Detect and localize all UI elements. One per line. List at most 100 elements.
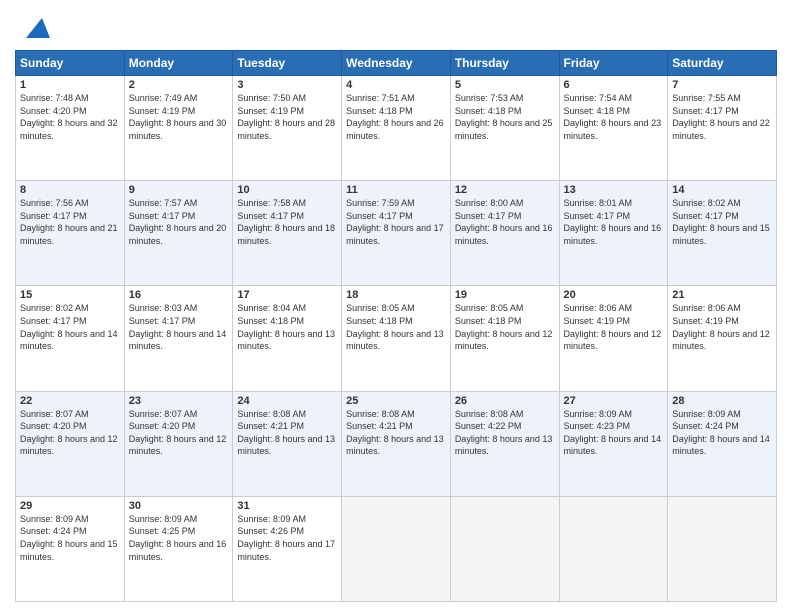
day-cell-9: 9 Sunrise: 7:57 AMSunset: 4:17 PMDaylight…: [124, 181, 233, 286]
day-info: Sunrise: 8:04 AMSunset: 4:18 PMDaylight:…: [237, 303, 335, 351]
day-cell-30: 30 Sunrise: 8:09 AMSunset: 4:25 PMDayligh…: [124, 496, 233, 601]
day-cell-19: 19 Sunrise: 8:05 AMSunset: 4:18 PMDayligh…: [450, 286, 559, 391]
day-number: 15: [20, 289, 120, 301]
day-info: Sunrise: 8:08 AMSunset: 4:21 PMDaylight:…: [237, 409, 335, 457]
day-number: 10: [237, 184, 337, 196]
day-info: Sunrise: 8:05 AMSunset: 4:18 PMDaylight:…: [346, 303, 444, 351]
day-info: Sunrise: 8:09 AMSunset: 4:26 PMDaylight:…: [237, 514, 335, 562]
day-number: 18: [346, 289, 446, 301]
day-cell-29: 29 Sunrise: 8:09 AMSunset: 4:24 PMDayligh…: [16, 496, 125, 601]
empty-cell: [450, 496, 559, 601]
day-header-friday: Friday: [559, 51, 668, 76]
day-cell-31: 31Sunrise: 8:09 AMSunset: 4:26 PMDayligh…: [233, 496, 342, 601]
day-info: Sunrise: 7:49 AMSunset: 4:19 PMDaylight:…: [129, 93, 227, 141]
day-info: Sunrise: 7:51 AMSunset: 4:18 PMDaylight:…: [346, 93, 444, 141]
day-number: 28: [672, 395, 772, 407]
day-number: 27: [564, 395, 664, 407]
day-number: 25: [346, 395, 446, 407]
day-number: 4: [346, 79, 446, 91]
day-info: Sunrise: 7:53 AMSunset: 4:18 PMDaylight:…: [455, 93, 553, 141]
day-cell-2: 2 Sunrise: 7:49 AMSunset: 4:19 PMDaylight…: [124, 76, 233, 181]
day-info: Sunrise: 8:06 AMSunset: 4:19 PMDaylight:…: [672, 303, 770, 351]
day-cell-17: 17 Sunrise: 8:04 AMSunset: 4:18 PMDayligh…: [233, 286, 342, 391]
week-row-4: 22 Sunrise: 8:07 AMSunset: 4:20 PMDayligh…: [16, 391, 777, 496]
day-info: Sunrise: 8:07 AMSunset: 4:20 PMDaylight:…: [129, 409, 227, 457]
week-row-3: 15 Sunrise: 8:02 AMSunset: 4:17 PMDayligh…: [16, 286, 777, 391]
day-info: Sunrise: 8:06 AMSunset: 4:19 PMDaylight:…: [564, 303, 662, 351]
empty-cell: [559, 496, 668, 601]
day-cell-1: 1 Sunrise: 7:48 AMSunset: 4:20 PMDaylight…: [16, 76, 125, 181]
week-row-5: 29 Sunrise: 8:09 AMSunset: 4:24 PMDayligh…: [16, 496, 777, 601]
day-number: 14: [672, 184, 772, 196]
day-cell-14: 14 Sunrise: 8:02 AMSunset: 4:17 PMDayligh…: [668, 181, 777, 286]
day-number: 1: [20, 79, 120, 91]
day-number: 20: [564, 289, 664, 301]
day-number: 30: [129, 500, 229, 512]
day-info: Sunrise: 7:50 AMSunset: 4:19 PMDaylight:…: [237, 93, 335, 141]
day-info: Sunrise: 8:09 AMSunset: 4:25 PMDaylight:…: [129, 514, 227, 562]
day-info: Sunrise: 8:02 AMSunset: 4:17 PMDaylight:…: [672, 198, 770, 246]
day-cell-21: 21 Sunrise: 8:06 AMSunset: 4:19 PMDayligh…: [668, 286, 777, 391]
day-header-sunday: Sunday: [16, 51, 125, 76]
day-info: Sunrise: 7:59 AMSunset: 4:17 PMDaylight:…: [346, 198, 444, 246]
day-info: Sunrise: 8:09 AMSunset: 4:24 PMDaylight:…: [672, 409, 770, 457]
day-number: 22: [20, 395, 120, 407]
day-header-thursday: Thursday: [450, 51, 559, 76]
day-number: 11: [346, 184, 446, 196]
day-number: 6: [564, 79, 664, 91]
day-cell-4: 4 Sunrise: 7:51 AMSunset: 4:18 PMDaylight…: [342, 76, 451, 181]
day-info: Sunrise: 8:00 AMSunset: 4:17 PMDaylight:…: [455, 198, 553, 246]
day-info: Sunrise: 8:08 AMSunset: 4:21 PMDaylight:…: [346, 409, 444, 457]
day-number: 8: [20, 184, 120, 196]
day-cell-18: 18 Sunrise: 8:05 AMSunset: 4:18 PMDayligh…: [342, 286, 451, 391]
day-cell-25: 25 Sunrise: 8:08 AMSunset: 4:21 PMDayligh…: [342, 391, 451, 496]
day-info: Sunrise: 8:03 AMSunset: 4:17 PMDaylight:…: [129, 303, 227, 351]
empty-cell: [668, 496, 777, 601]
day-cell-27: 27 Sunrise: 8:09 AMSunset: 4:23 PMDayligh…: [559, 391, 668, 496]
day-number: 21: [672, 289, 772, 301]
day-number: 19: [455, 289, 555, 301]
day-number: 29: [20, 500, 120, 512]
day-number: 16: [129, 289, 229, 301]
calendar-body: 1 Sunrise: 7:48 AMSunset: 4:20 PMDaylight…: [16, 76, 777, 602]
day-info: Sunrise: 8:09 AMSunset: 4:23 PMDaylight:…: [564, 409, 662, 457]
day-info: Sunrise: 7:48 AMSunset: 4:20 PMDaylight:…: [20, 93, 118, 141]
day-cell-13: 13 Sunrise: 8:01 AMSunset: 4:17 PMDayligh…: [559, 181, 668, 286]
day-cell-11: 11 Sunrise: 7:59 AMSunset: 4:17 PMDayligh…: [342, 181, 451, 286]
day-cell-22: 22 Sunrise: 8:07 AMSunset: 4:20 PMDayligh…: [16, 391, 125, 496]
day-number: 7: [672, 79, 772, 91]
day-info: Sunrise: 8:09 AMSunset: 4:24 PMDaylight:…: [20, 514, 118, 562]
day-info: Sunrise: 8:05 AMSunset: 4:18 PMDaylight:…: [455, 303, 553, 351]
logo: [15, 10, 50, 42]
day-header-tuesday: Tuesday: [233, 51, 342, 76]
day-info: Sunrise: 8:07 AMSunset: 4:20 PMDaylight:…: [20, 409, 118, 457]
day-cell-5: 5 Sunrise: 7:53 AMSunset: 4:18 PMDaylight…: [450, 76, 559, 181]
day-info: Sunrise: 7:56 AMSunset: 4:17 PMDaylight:…: [20, 198, 118, 246]
day-info: Sunrise: 7:57 AMSunset: 4:17 PMDaylight:…: [129, 198, 227, 246]
day-number: 13: [564, 184, 664, 196]
day-info: Sunrise: 7:54 AMSunset: 4:18 PMDaylight:…: [564, 93, 662, 141]
calendar-table: SundayMondayTuesdayWednesdayThursdayFrid…: [15, 50, 777, 602]
day-cell-28: 28 Sunrise: 8:09 AMSunset: 4:24 PMDayligh…: [668, 391, 777, 496]
day-header-monday: Monday: [124, 51, 233, 76]
header: [15, 10, 777, 42]
day-number: 17: [237, 289, 337, 301]
day-number: 5: [455, 79, 555, 91]
day-number: 2: [129, 79, 229, 91]
week-row-1: 1 Sunrise: 7:48 AMSunset: 4:20 PMDaylight…: [16, 76, 777, 181]
day-cell-6: 6 Sunrise: 7:54 AMSunset: 4:18 PMDaylight…: [559, 76, 668, 181]
day-number: 9: [129, 184, 229, 196]
day-info: Sunrise: 8:01 AMSunset: 4:17 PMDaylight:…: [564, 198, 662, 246]
day-info: Sunrise: 8:02 AMSunset: 4:17 PMDaylight:…: [20, 303, 118, 351]
day-cell-26: 26 Sunrise: 8:08 AMSunset: 4:22 PMDayligh…: [450, 391, 559, 496]
day-cell-3: 3Sunrise: 7:50 AMSunset: 4:19 PMDaylight…: [233, 76, 342, 181]
day-header-saturday: Saturday: [668, 51, 777, 76]
day-info: Sunrise: 8:08 AMSunset: 4:22 PMDaylight:…: [455, 409, 553, 457]
day-cell-20: 20 Sunrise: 8:06 AMSunset: 4:19 PMDayligh…: [559, 286, 668, 391]
day-number: 23: [129, 395, 229, 407]
day-cell-23: 23 Sunrise: 8:07 AMSunset: 4:20 PMDayligh…: [124, 391, 233, 496]
day-number: 26: [455, 395, 555, 407]
day-cell-24: 24Sunrise: 8:08 AMSunset: 4:21 PMDayligh…: [233, 391, 342, 496]
day-cell-16: 16 Sunrise: 8:03 AMSunset: 4:17 PMDayligh…: [124, 286, 233, 391]
calendar-header-row: SundayMondayTuesdayWednesdayThursdayFrid…: [16, 51, 777, 76]
